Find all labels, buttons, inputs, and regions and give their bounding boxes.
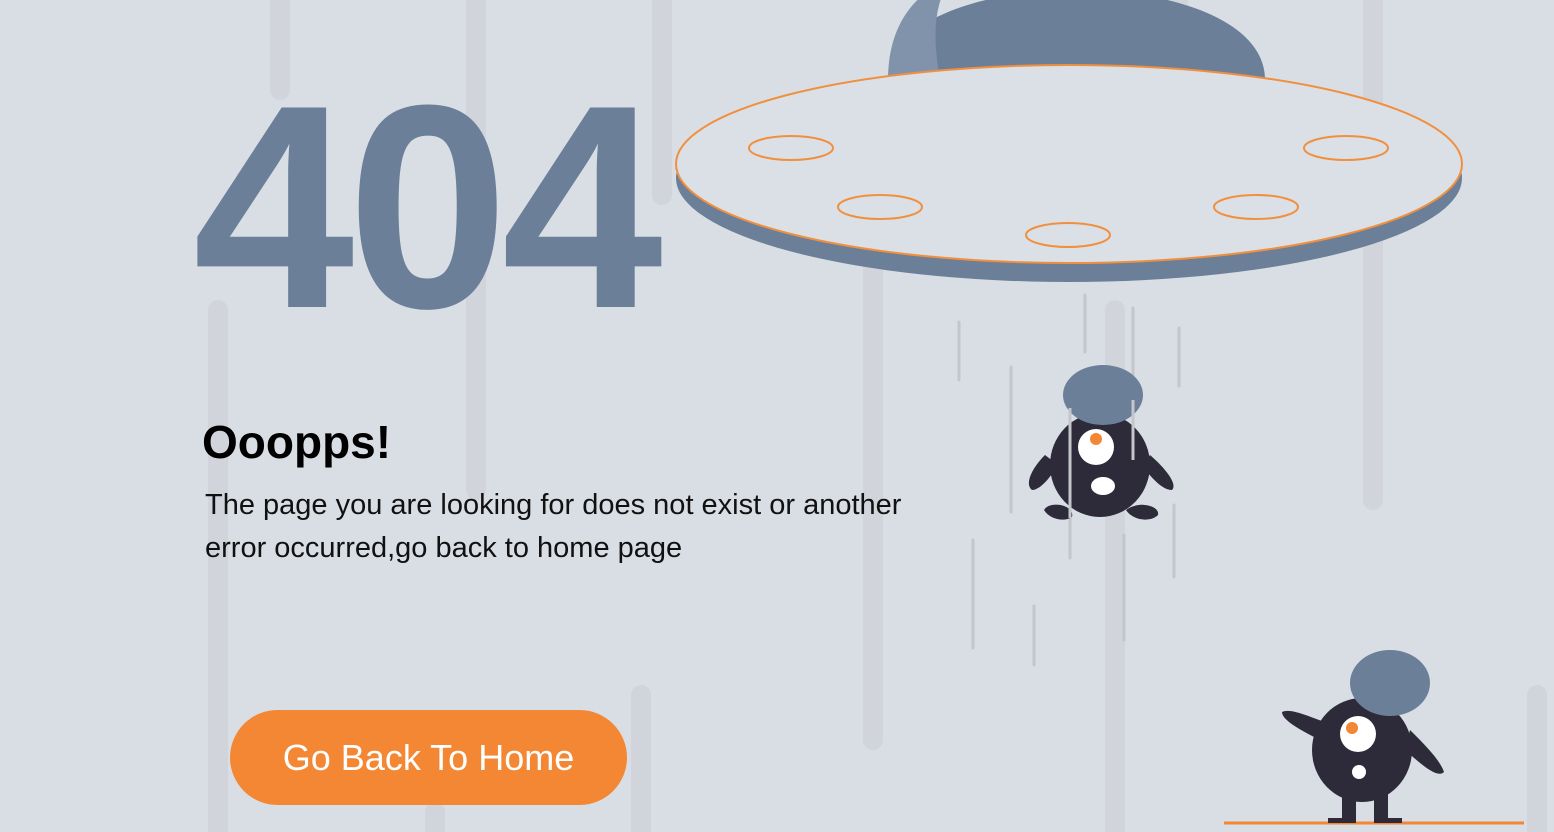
ufo-scene-illustration bbox=[675, 0, 1524, 825]
pointing-creature bbox=[1224, 650, 1524, 825]
ufo-illustration bbox=[675, 64, 1463, 282]
floating-creature bbox=[1028, 365, 1174, 520]
error-page: 404 Ooopps! The page you are looking for… bbox=[0, 0, 1554, 832]
